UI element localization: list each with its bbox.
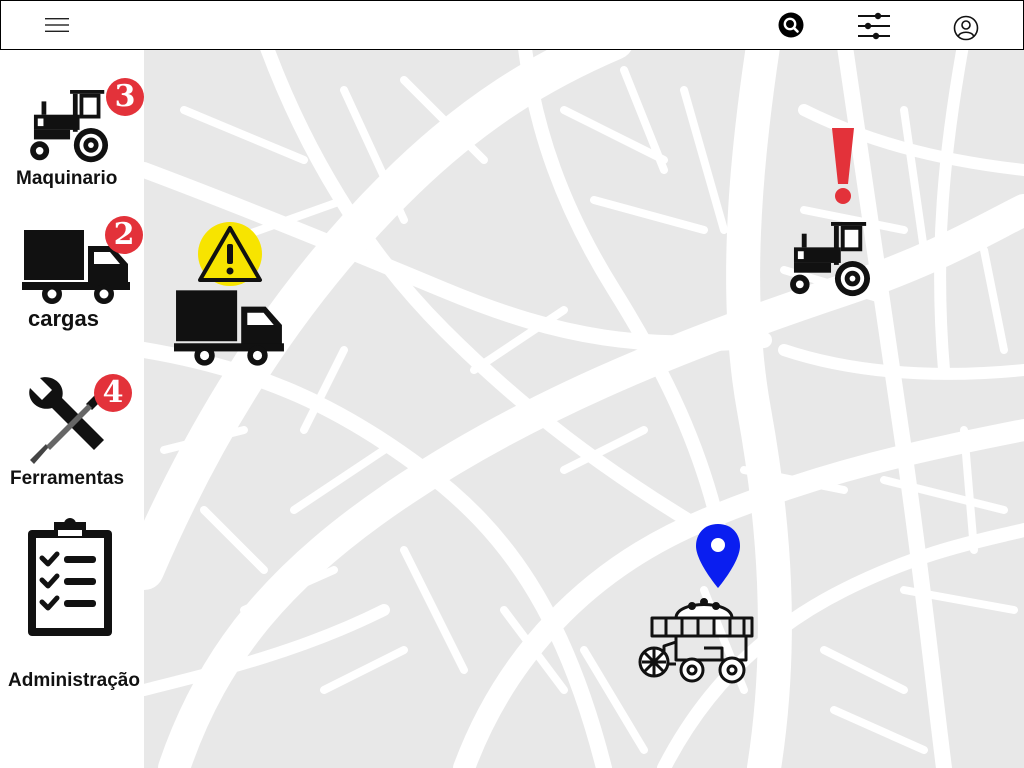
notification-badge: 4 bbox=[94, 374, 132, 412]
sidebar-item-label: Maquinario bbox=[16, 168, 118, 189]
map-marker-tractor[interactable] bbox=[788, 126, 878, 300]
sidebar-item-label: Administração bbox=[8, 670, 140, 691]
sidebar-item-cargas[interactable]: 2 cargas bbox=[0, 216, 150, 336]
tractor-icon bbox=[790, 222, 871, 297]
map-view[interactable] bbox=[144, 50, 1024, 768]
map-marker-harvester[interactable] bbox=[636, 522, 756, 688]
street-map bbox=[144, 50, 1024, 768]
sidebar-item-ferramentas[interactable]: 4 Ferramentas bbox=[0, 372, 150, 498]
warning-triangle-icon bbox=[198, 222, 262, 286]
sidebar-item-label: Ferramentas bbox=[10, 468, 125, 489]
search-button[interactable] bbox=[777, 11, 805, 39]
hamburger-menu-icon bbox=[45, 18, 69, 32]
top-bar bbox=[0, 0, 1024, 50]
user-profile-button[interactable] bbox=[949, 11, 983, 45]
sidebar-item-maquinario[interactable]: 3 Maquinario bbox=[0, 78, 150, 198]
tractor-icon bbox=[30, 90, 109, 163]
sidebar: 3 Maquinario 2 cargas 4 Ferramentas Admi… bbox=[0, 50, 144, 768]
sidebar-item-administracao[interactable]: Administração bbox=[0, 518, 150, 698]
exclamation-icon bbox=[832, 128, 854, 204]
truck-icon bbox=[174, 290, 284, 366]
map-marker-truck[interactable] bbox=[174, 222, 286, 368]
harvester-icon bbox=[638, 598, 754, 684]
notification-badge: 3 bbox=[106, 78, 144, 116]
sliders-filter-icon bbox=[858, 12, 890, 40]
sidebar-item-label: cargas bbox=[28, 306, 99, 331]
filter-button[interactable] bbox=[854, 9, 894, 43]
notification-badge: 2 bbox=[105, 216, 143, 254]
clipboard-checklist-icon bbox=[28, 518, 112, 636]
location-pin-icon bbox=[696, 524, 740, 588]
user-profile-icon bbox=[953, 15, 979, 41]
menu-button[interactable] bbox=[41, 11, 73, 39]
search-icon bbox=[778, 12, 804, 38]
